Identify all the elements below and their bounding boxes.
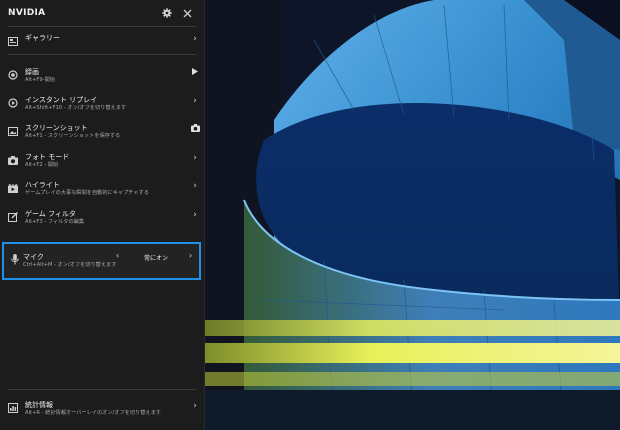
instant-replay-title: インスタント リプレイ (25, 96, 98, 104)
microphone-title: マイク (23, 253, 44, 261)
chevron-right-icon: › (193, 181, 197, 191)
chevron-right-icon: › (193, 210, 197, 220)
microphone-mode-value: 常にオン (144, 255, 169, 262)
microphone-icon (9, 253, 21, 265)
filter-icon (6, 210, 20, 224)
photo-mode-shortcut: Alt+F2 - 開始 (25, 162, 59, 168)
gallery-label: ギャラリー (25, 34, 60, 42)
chevron-right-icon: › (193, 34, 197, 44)
highlights-item[interactable]: ハイライト ゲームプレイの大事な瞬間を自動的にキャプチャする › (0, 180, 204, 197)
gallery-item[interactable]: ギャラリー › (0, 33, 204, 48)
gear-icon[interactable] (158, 4, 176, 22)
record-icon (6, 68, 20, 82)
record-shortcut: Alt+F9-開始 (25, 77, 55, 83)
highlights-icon (6, 181, 20, 195)
record-title: 録画 (25, 68, 39, 76)
close-icon[interactable] (178, 4, 196, 22)
divider (8, 54, 196, 55)
divider (8, 389, 196, 390)
microphone-shortcut: Ctrl+Alt+M - オン/オフを切り替えます (23, 262, 117, 268)
game-filter-shortcut: Alt+F3 - フィルタの編集 (25, 219, 85, 225)
replay-icon (6, 96, 20, 110)
highlights-description: ゲームプレイの大事な瞬間を自動的にキャプチャする (25, 190, 149, 196)
chevron-right-icon: › (193, 153, 197, 163)
screenshot-item[interactable]: スクリーンショット Alt+F1 - スクリーンショットを保存する (0, 123, 204, 140)
background-photo (204, 0, 620, 430)
stats-icon (6, 401, 20, 415)
game-filter-title: ゲーム フィルタ (25, 210, 76, 218)
stats-title: 統計情報 (25, 401, 53, 409)
record-item[interactable]: 録画 Alt+F9-開始 (0, 67, 204, 84)
photo-mode-item[interactable]: フォト モード Alt+F2 - 開始 › (0, 152, 204, 169)
overlay-panel: NVIDIA ギャラリー › 録画 Alt+F9-開始 インスタント リプレイ … (0, 0, 205, 430)
game-filter-item[interactable]: ゲーム フィルタ Alt+F3 - フィルタの編集 › (0, 209, 204, 226)
camera-icon[interactable] (186, 124, 204, 132)
previous-option-button[interactable]: ‹ (116, 251, 119, 260)
play-icon[interactable] (186, 68, 204, 75)
stats-item[interactable]: 統計情報 Alt+R - 統計情報オーバーレイのオン/オフを切り替えます › (0, 400, 204, 417)
chevron-right-icon: › (193, 401, 197, 411)
photo-mode-title: フォト モード (25, 153, 70, 161)
screenshot-title: スクリーンショット (25, 124, 88, 132)
highlights-title: ハイライト (25, 181, 60, 189)
next-option-button[interactable]: › (189, 251, 192, 260)
gallery-icon (6, 34, 20, 48)
instant-replay-shortcut: Alt+Shift+F10 - オン/オフを切り替えます (25, 105, 127, 111)
screenshot-shortcut: Alt+F1 - スクリーンショットを保存する (25, 133, 121, 139)
stats-shortcut: Alt+R - 統計情報オーバーレイのオン/オフを切り替えます (25, 410, 161, 416)
screenshot-icon (6, 124, 20, 138)
panel-title: NVIDIA (8, 8, 46, 18)
microphone-item[interactable]: マイク Ctrl+Alt+M - オン/オフを切り替えます ‹ 常にオン › (2, 242, 201, 280)
chevron-right-icon: › (193, 96, 197, 106)
photo-mode-icon (6, 153, 20, 167)
divider (8, 26, 196, 27)
instant-replay-item[interactable]: インスタント リプレイ Alt+Shift+F10 - オン/オフを切り替えます… (0, 95, 204, 112)
panel-header: NVIDIA (0, 0, 204, 26)
